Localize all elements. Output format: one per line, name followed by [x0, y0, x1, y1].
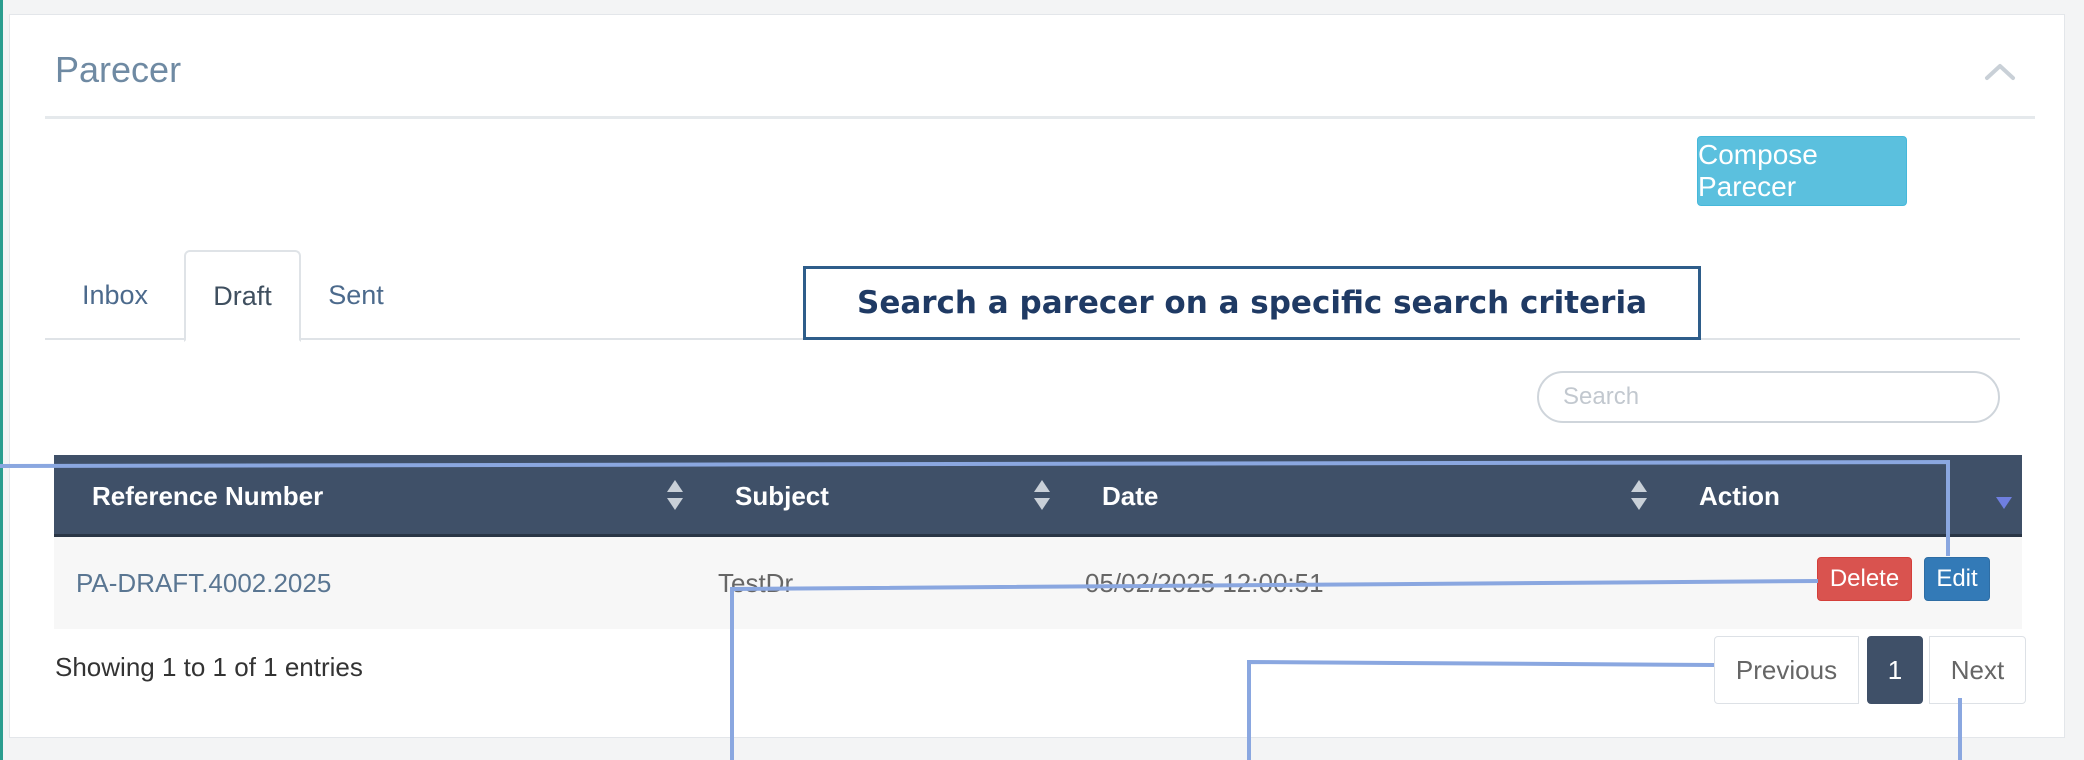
annotation-callout: Search a parecer on a specific search cr… — [803, 266, 1701, 340]
search-input[interactable] — [1537, 371, 2000, 423]
parecer-table: Reference Number Subject Date Action PA-… — [54, 455, 2022, 629]
sort-icon[interactable] — [666, 478, 684, 512]
cell-subject: TestDr — [718, 567, 794, 598]
cell-date: 05/02/2025 12:00:51 — [1085, 567, 1324, 598]
entries-info: Showing 1 to 1 of 1 entries — [55, 652, 363, 682]
sort-icon[interactable] — [1630, 478, 1648, 512]
table-header: Reference Number Subject Date Action — [54, 455, 2022, 537]
column-header-subject[interactable]: Subject — [735, 455, 829, 537]
sort-icon[interactable] — [1033, 478, 1051, 512]
table-row: PA-DRAFT.4002.2025 TestDr 05/02/2025 12:… — [54, 537, 2022, 629]
tab-sent[interactable]: Sent — [301, 250, 411, 340]
caret-down-icon[interactable] — [1994, 495, 2014, 511]
tab-draft[interactable]: Draft — [184, 250, 301, 342]
previous-page-button[interactable]: Previous — [1714, 636, 1859, 704]
panel-title: Parecer — [55, 49, 182, 90]
delete-button[interactable]: Delete — [1817, 557, 1912, 601]
left-accent-bar — [0, 0, 3, 760]
edit-button[interactable]: Edit — [1924, 557, 1990, 601]
column-header-action: Action — [1699, 480, 1780, 511]
panel-header: Parecer — [45, 15, 2035, 119]
chevron-up-icon[interactable] — [1983, 59, 2017, 83]
compose-parecer-button[interactable]: Compose Parecer — [1697, 136, 1907, 206]
next-page-button[interactable]: Next — [1929, 636, 2026, 704]
column-header-reference-number[interactable]: Reference Number — [92, 455, 323, 537]
pagination: Previous 1 Next — [1714, 636, 2026, 704]
cell-reference-number[interactable]: PA-DRAFT.4002.2025 — [76, 537, 331, 629]
tab-inbox[interactable]: Inbox — [45, 250, 185, 340]
page-number-button[interactable]: 1 — [1867, 636, 1923, 704]
column-header-date[interactable]: Date — [1102, 455, 1158, 537]
